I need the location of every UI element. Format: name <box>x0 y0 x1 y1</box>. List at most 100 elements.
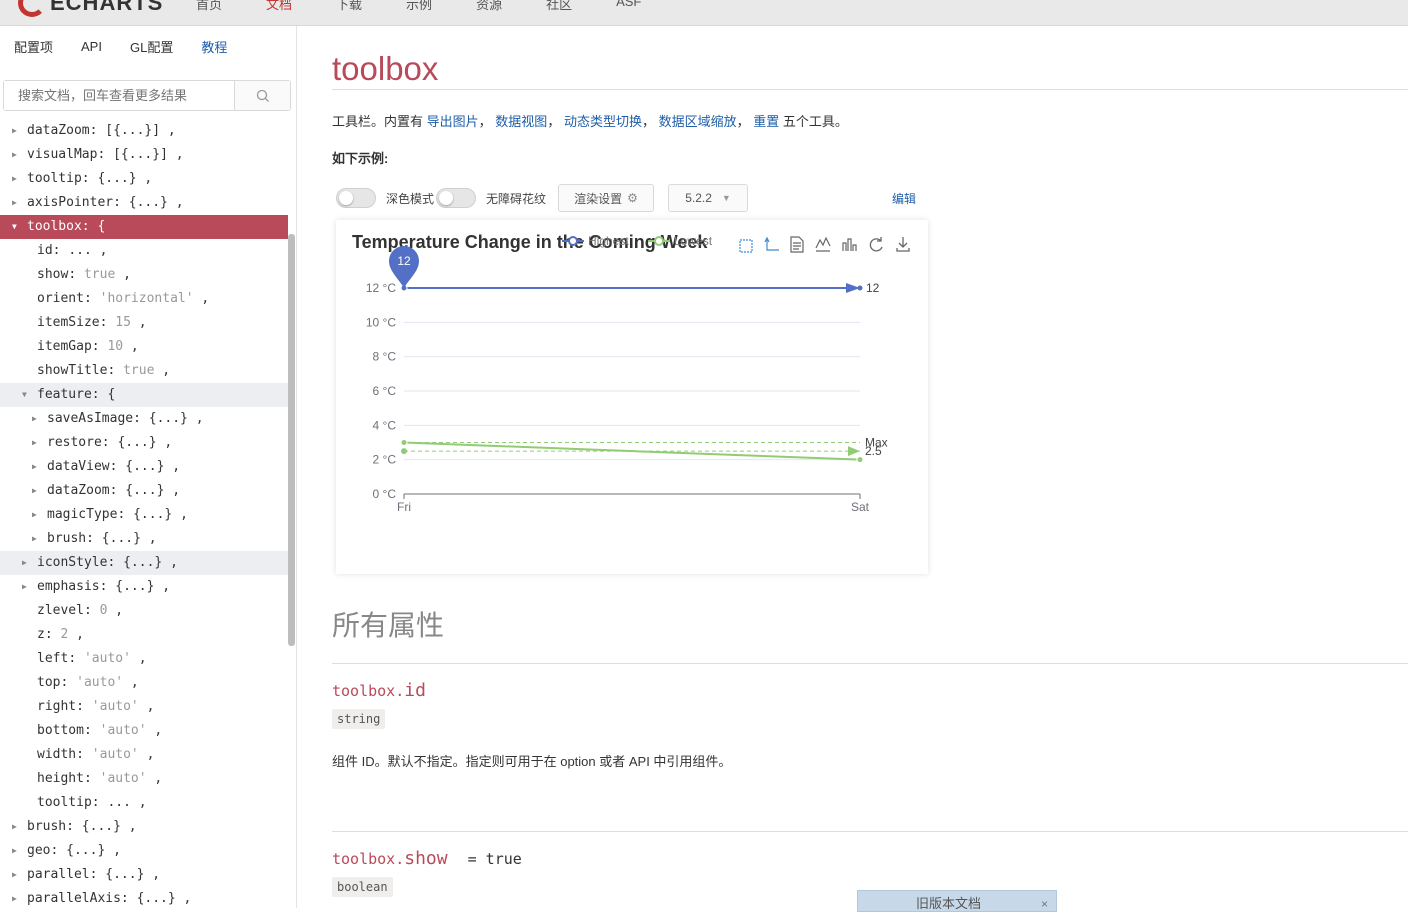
tree-item-text: parallelAxis: {...} , <box>27 891 192 906</box>
tree-item-left[interactable]: left: 'auto' , <box>0 647 288 671</box>
tree-item-height[interactable]: height: 'auto' , <box>0 767 288 791</box>
tree-item-axisPointer[interactable]: ▶ axisPointer: {...} , <box>0 191 288 215</box>
nav-item[interactable]: 文档 <box>266 0 292 13</box>
tree-item-tooltip[interactable]: ▶ tooltip: {...} , <box>0 167 288 191</box>
tree-item-top[interactable]: top: 'auto' , <box>0 671 288 695</box>
data-view-icon[interactable] <box>790 236 804 253</box>
sidebar-scrollbar[interactable] <box>288 234 295 646</box>
data-point <box>400 439 408 446</box>
caret-right-icon[interactable]: ▶ <box>12 887 22 911</box>
link-save-image[interactable]: 导出图片 <box>427 114 479 129</box>
search-button[interactable] <box>235 81 290 110</box>
nav-item[interactable]: ASF <box>616 0 641 13</box>
version-select[interactable]: 5.2.2 ▼ <box>668 184 749 212</box>
zoom-icon[interactable] <box>739 239 753 253</box>
dark-mode-toggle[interactable] <box>336 188 376 208</box>
tree-item-text: right: 'auto' , <box>37 699 155 714</box>
tree-item-orient[interactable]: orient: 'horizontal' , <box>0 287 288 311</box>
caret-right-icon[interactable]: ▶ <box>32 503 42 527</box>
tree-item-zlevel[interactable]: zlevel: 0 , <box>0 599 288 623</box>
bar-icon[interactable] <box>842 238 857 251</box>
caret-down-icon[interactable]: ▼ <box>12 215 22 239</box>
tree-item-width[interactable]: width: 'auto' , <box>0 743 288 767</box>
tree-item-brush[interactable]: ▶ brush: {...} , <box>0 527 288 551</box>
edit-link[interactable]: 编辑 <box>892 190 916 207</box>
caret-right-icon[interactable]: ▶ <box>12 839 22 863</box>
sidebar: 配置项 API GL配置 教程 ▶ dataZoom: [{...}] , ▶ vis… <box>0 26 297 908</box>
nav-item[interactable]: 示例 <box>406 0 432 13</box>
divider <box>332 831 1408 832</box>
caret-right-icon[interactable]: ▶ <box>12 863 22 887</box>
tree-value: {...} <box>125 459 165 474</box>
tree-item-right[interactable]: right: 'auto' , <box>0 695 288 719</box>
save-icon[interactable] <box>896 237 910 252</box>
tree-item-iconStyle[interactable]: ▶ iconStyle: {...} , <box>0 551 288 575</box>
tab-tutorial[interactable]: 教程 <box>201 37 227 56</box>
decal-toggle[interactable] <box>436 188 477 208</box>
tree-item-z[interactable]: z: 2 , <box>0 623 288 647</box>
tree-item-text: saveAsImage: {...} , <box>47 411 204 426</box>
caret-down-icon[interactable]: ▼ <box>22 383 32 407</box>
nav-item[interactable]: 资源 <box>476 0 502 13</box>
tree-item-feature[interactable]: ▼ feature: { <box>0 383 288 407</box>
tree-item-emphasis[interactable]: ▶ emphasis: {...} , <box>0 575 288 599</box>
link-restore[interactable]: 重置 <box>753 114 779 129</box>
nav-item[interactable]: 社区 <box>546 0 572 13</box>
tree-item-text: height: 'auto' , <box>37 771 163 786</box>
tab-api[interactable]: API <box>81 39 102 54</box>
tree-item-parallelAxis[interactable]: ▶ parallelAxis: {...} , <box>0 887 288 911</box>
tab-option[interactable]: 配置项 <box>14 37 53 56</box>
link-data-view[interactable]: 数据视图 <box>495 114 547 129</box>
tree-item-restore[interactable]: ▶ restore: {...} , <box>0 431 288 455</box>
tree-item-showTitle[interactable]: showTitle: true , <box>0 359 288 383</box>
old-doc-banner[interactable]: 旧版本文档 × <box>857 890 1057 912</box>
caret-right-icon[interactable]: ▶ <box>32 527 42 551</box>
tree-key: itemSize <box>37 315 100 330</box>
tree-item-itemGap[interactable]: itemGap: 10 , <box>0 335 288 359</box>
render-settings-button[interactable]: 渲染设置 ⚙ <box>558 184 655 212</box>
close-icon[interactable]: × <box>1041 891 1048 917</box>
tree-item-itemSize[interactable]: itemSize: 15 , <box>0 311 288 335</box>
tab-gl-option[interactable]: GL配置 <box>130 37 173 56</box>
zoom-reset-icon[interactable] <box>764 236 779 251</box>
tree-item-tooltip[interactable]: tooltip: ... , <box>0 791 288 815</box>
caret-right-icon[interactable]: ▶ <box>12 167 22 191</box>
search-input[interactable] <box>4 81 235 110</box>
nav-item[interactable]: 首页 <box>196 0 222 13</box>
link-magic-type[interactable]: 动态类型切换 <box>564 114 642 129</box>
caret-right-icon[interactable]: ▶ <box>32 407 42 431</box>
tree-item-dataZoom[interactable]: ▶ dataZoom: {...} , <box>0 479 288 503</box>
tree-item-parallel[interactable]: ▶ parallel: {...} , <box>0 863 288 887</box>
caret-right-icon[interactable]: ▶ <box>32 431 42 455</box>
tree-item-saveAsImage[interactable]: ▶ saveAsImage: {...} , <box>0 407 288 431</box>
caret-right-icon[interactable]: ▶ <box>12 815 22 839</box>
tree-item-text: brush: {...} , <box>47 531 157 546</box>
nav-item[interactable]: 下载 <box>336 0 362 13</box>
chart-svg: Temperature Change in the Coming WeekHig… <box>352 232 910 514</box>
tree-item-toolbox[interactable]: ▼ toolbox: { <box>0 215 288 239</box>
caret-right-icon[interactable]: ▶ <box>22 551 32 575</box>
tree-key: z <box>37 627 45 642</box>
caret-right-icon[interactable]: ▶ <box>12 191 22 215</box>
tree-item-dataView[interactable]: ▶ dataView: {...} , <box>0 455 288 479</box>
tree-item-bottom[interactable]: bottom: 'auto' , <box>0 719 288 743</box>
tree-item-geo[interactable]: ▶ geo: {...} , <box>0 839 288 863</box>
tree-item-brush[interactable]: ▶ brush: {...} , <box>0 815 288 839</box>
link-data-zoom[interactable]: 数据区域缩放 <box>659 114 737 129</box>
tree-item-visualMap[interactable]: ▶ visualMap: [{...}] , <box>0 143 288 167</box>
caret-right-icon[interactable]: ▶ <box>12 119 22 143</box>
caret-right-icon[interactable]: ▶ <box>32 455 42 479</box>
tree-item-show[interactable]: show: true , <box>0 263 288 287</box>
caret-right-icon[interactable]: ▶ <box>32 479 42 503</box>
tree-item-id[interactable]: id: ... , <box>0 239 288 263</box>
tree-item-text: itemGap: 10 , <box>37 339 139 354</box>
tree-item-magicType[interactable]: ▶ magicType: {...} , <box>0 503 288 527</box>
tree-key: brush <box>47 531 87 546</box>
echarts-logo[interactable]: ECHARTS <box>18 0 163 18</box>
logo-text: ECHARTS <box>50 0 164 15</box>
caret-right-icon[interactable]: ▶ <box>22 575 32 599</box>
tree-item-dataZoom[interactable]: ▶ dataZoom: [{...}] , <box>0 119 288 143</box>
line-icon[interactable] <box>815 236 831 252</box>
restore-icon[interactable] <box>869 237 883 252</box>
caret-right-icon[interactable]: ▶ <box>12 143 22 167</box>
